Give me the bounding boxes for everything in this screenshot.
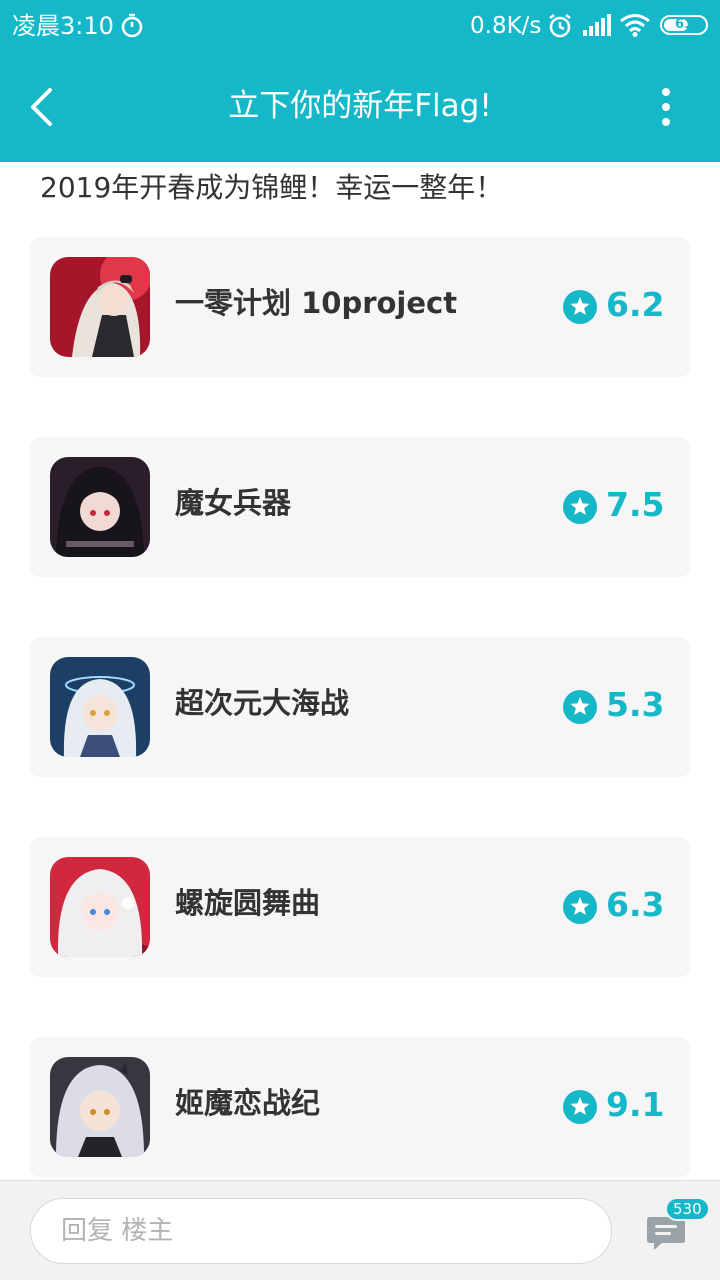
game-icon-hyperdimension-battle <box>50 657 150 757</box>
star-icon <box>563 490 597 524</box>
post-text: 2019年开春成为锦鲤！幸运一整年！ <box>40 171 504 204</box>
game-card[interactable]: 超次元大海战 5.3 <box>30 637 690 777</box>
star-icon <box>563 290 597 324</box>
game-name: 魔女兵器 <box>175 486 292 520</box>
battery-icon: 61 <box>660 15 708 35</box>
page-title: 立下你的新年Flag! <box>228 88 492 124</box>
game-score: 6.2 <box>606 285 665 324</box>
game-icon-spiral-waltz <box>50 857 150 957</box>
status-time: 凌晨3:10 <box>12 12 114 40</box>
game-card[interactable]: 魔女兵器 7.5 <box>30 437 690 577</box>
signal-icon <box>583 14 611 36</box>
game-icon-princess-demon <box>50 1057 150 1157</box>
top-app-bar: 凌晨3:10 0.8K/s 61 立下你的新年Flag! <box>0 0 720 162</box>
network-speed: 0.8K/s <box>470 13 542 39</box>
star-icon <box>563 690 597 724</box>
comment-count-badge: 530 <box>665 1197 710 1221</box>
game-icon-witch-weapon <box>50 457 150 557</box>
timer-icon <box>121 13 143 38</box>
star-icon <box>563 890 597 924</box>
back-arrow-icon[interactable] <box>24 84 64 130</box>
game-score: 6.3 <box>606 885 665 924</box>
game-icon-10project <box>50 257 150 357</box>
reply-placeholder: 回复 楼主 <box>61 1216 174 1246</box>
game-name: 螺旋圆舞曲 <box>175 886 321 920</box>
star-icon <box>563 1090 597 1124</box>
game-score: 9.1 <box>606 1085 665 1124</box>
game-card[interactable]: 螺旋圆舞曲 6.3 <box>30 837 690 977</box>
game-name: 姬魔恋战纪 <box>175 1086 321 1120</box>
bottom-bar: 回复 楼主 530 <box>0 1180 720 1280</box>
game-score: 7.5 <box>606 485 665 524</box>
game-card[interactable]: 一零计划 10project 6.2 <box>30 237 690 377</box>
alarm-icon <box>549 14 571 38</box>
game-name: 超次元大海战 <box>175 686 350 720</box>
game-card[interactable]: 姬魔恋战纪 9.1 <box>30 1037 690 1177</box>
more-vertical-icon[interactable] <box>652 86 680 128</box>
battery-level: 61 <box>674 17 694 32</box>
game-score: 5.3 <box>606 685 665 724</box>
game-name: 一零计划 10project <box>175 286 458 320</box>
reply-input[interactable]: 回复 楼主 <box>30 1198 612 1264</box>
wifi-icon <box>620 14 650 37</box>
status-bar: 凌晨3:10 0.8K/s 61 <box>0 0 720 52</box>
